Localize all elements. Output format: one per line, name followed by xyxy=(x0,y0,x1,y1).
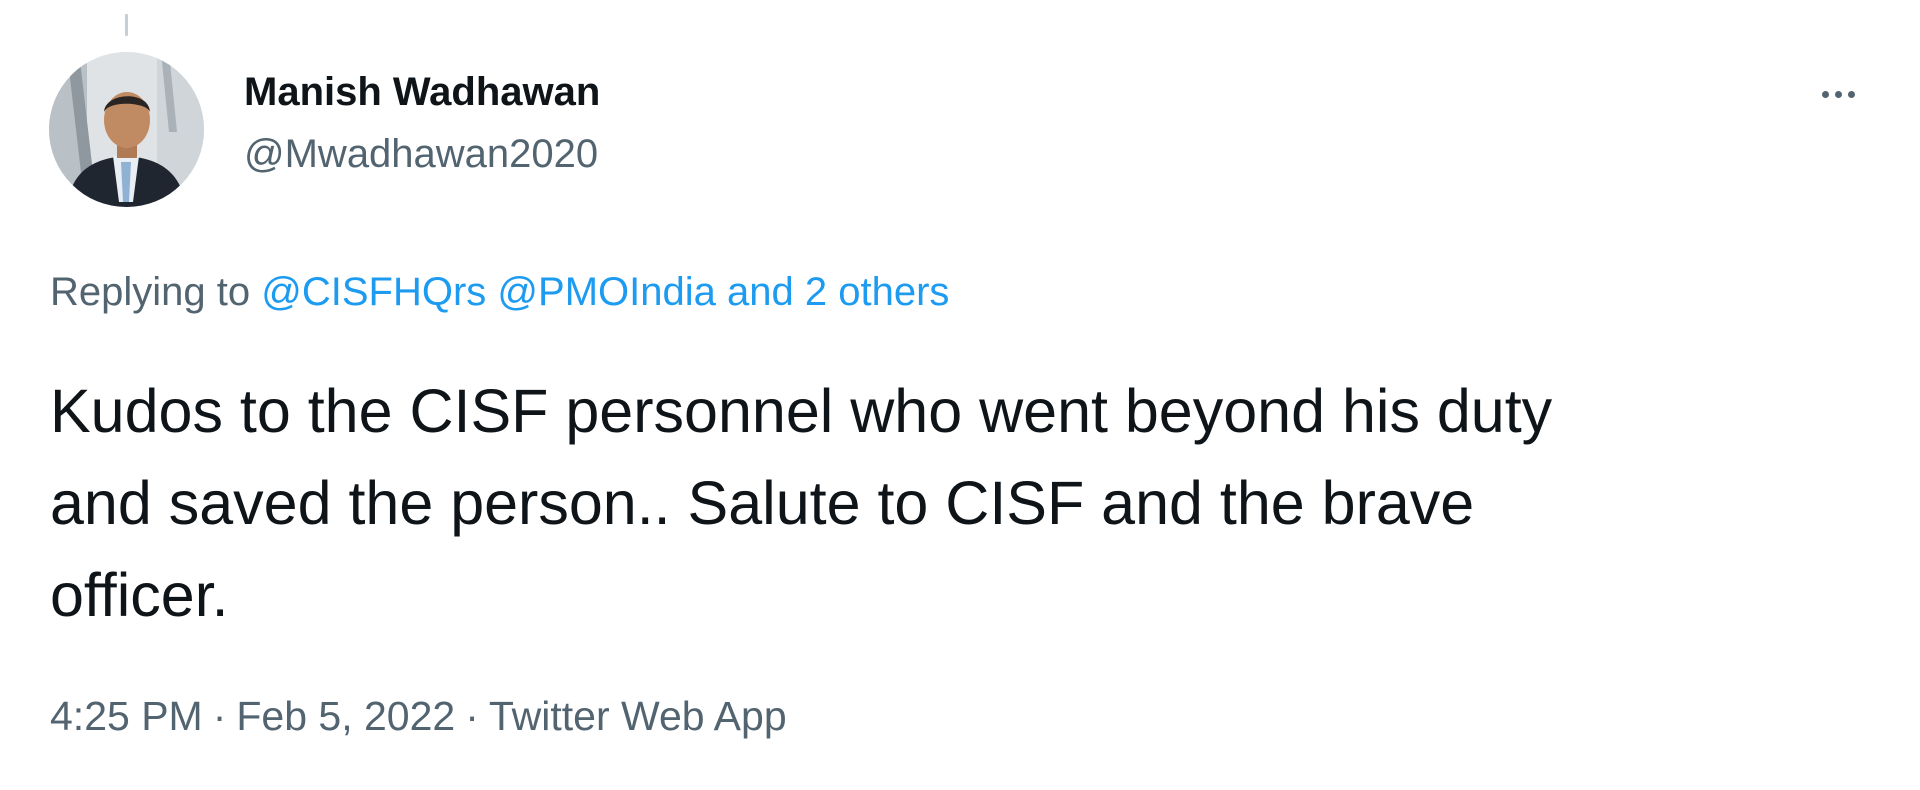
tweet-date-link[interactable]: Feb 5, 2022 xyxy=(236,693,455,739)
tweet-text: Kudos to the CISF personnel who went bey… xyxy=(50,377,1553,629)
mention-link-pmoindia[interactable]: @PMOIndia xyxy=(497,270,715,314)
more-horizontal-icon xyxy=(1847,90,1855,98)
more-options-button[interactable] xyxy=(1810,72,1866,116)
avatar[interactable] xyxy=(49,52,204,207)
more-horizontal-icon xyxy=(1821,90,1829,98)
tweet-time-link[interactable]: 4:25 PM xyxy=(50,693,203,739)
replying-to-line: Replying to @CISFHQrs @PMOIndia and 2 ot… xyxy=(50,264,949,320)
tweet-source: Twitter Web App xyxy=(488,693,787,739)
more-horizontal-icon xyxy=(1834,90,1842,98)
thread-connector-line xyxy=(125,14,128,36)
author-display-name[interactable]: Manish Wadhawan xyxy=(244,64,600,120)
meta-separator: · xyxy=(465,693,479,739)
replying-to-prefix: Replying to xyxy=(50,270,262,314)
profile-photo-icon xyxy=(49,52,204,207)
replying-others-link[interactable]: and 2 others xyxy=(727,270,949,314)
meta-separator: · xyxy=(212,693,227,739)
author-block: Manish Wadhawan @Mwadhawan2020 xyxy=(244,64,600,184)
tweet-meta: 4:25 PM · Feb 5, 2022 · Twitter Web App xyxy=(50,688,787,744)
mention-link-cisfhqrs[interactable]: @CISFHQrs xyxy=(261,270,486,314)
author-handle[interactable]: @Mwadhawan2020 xyxy=(244,124,600,184)
